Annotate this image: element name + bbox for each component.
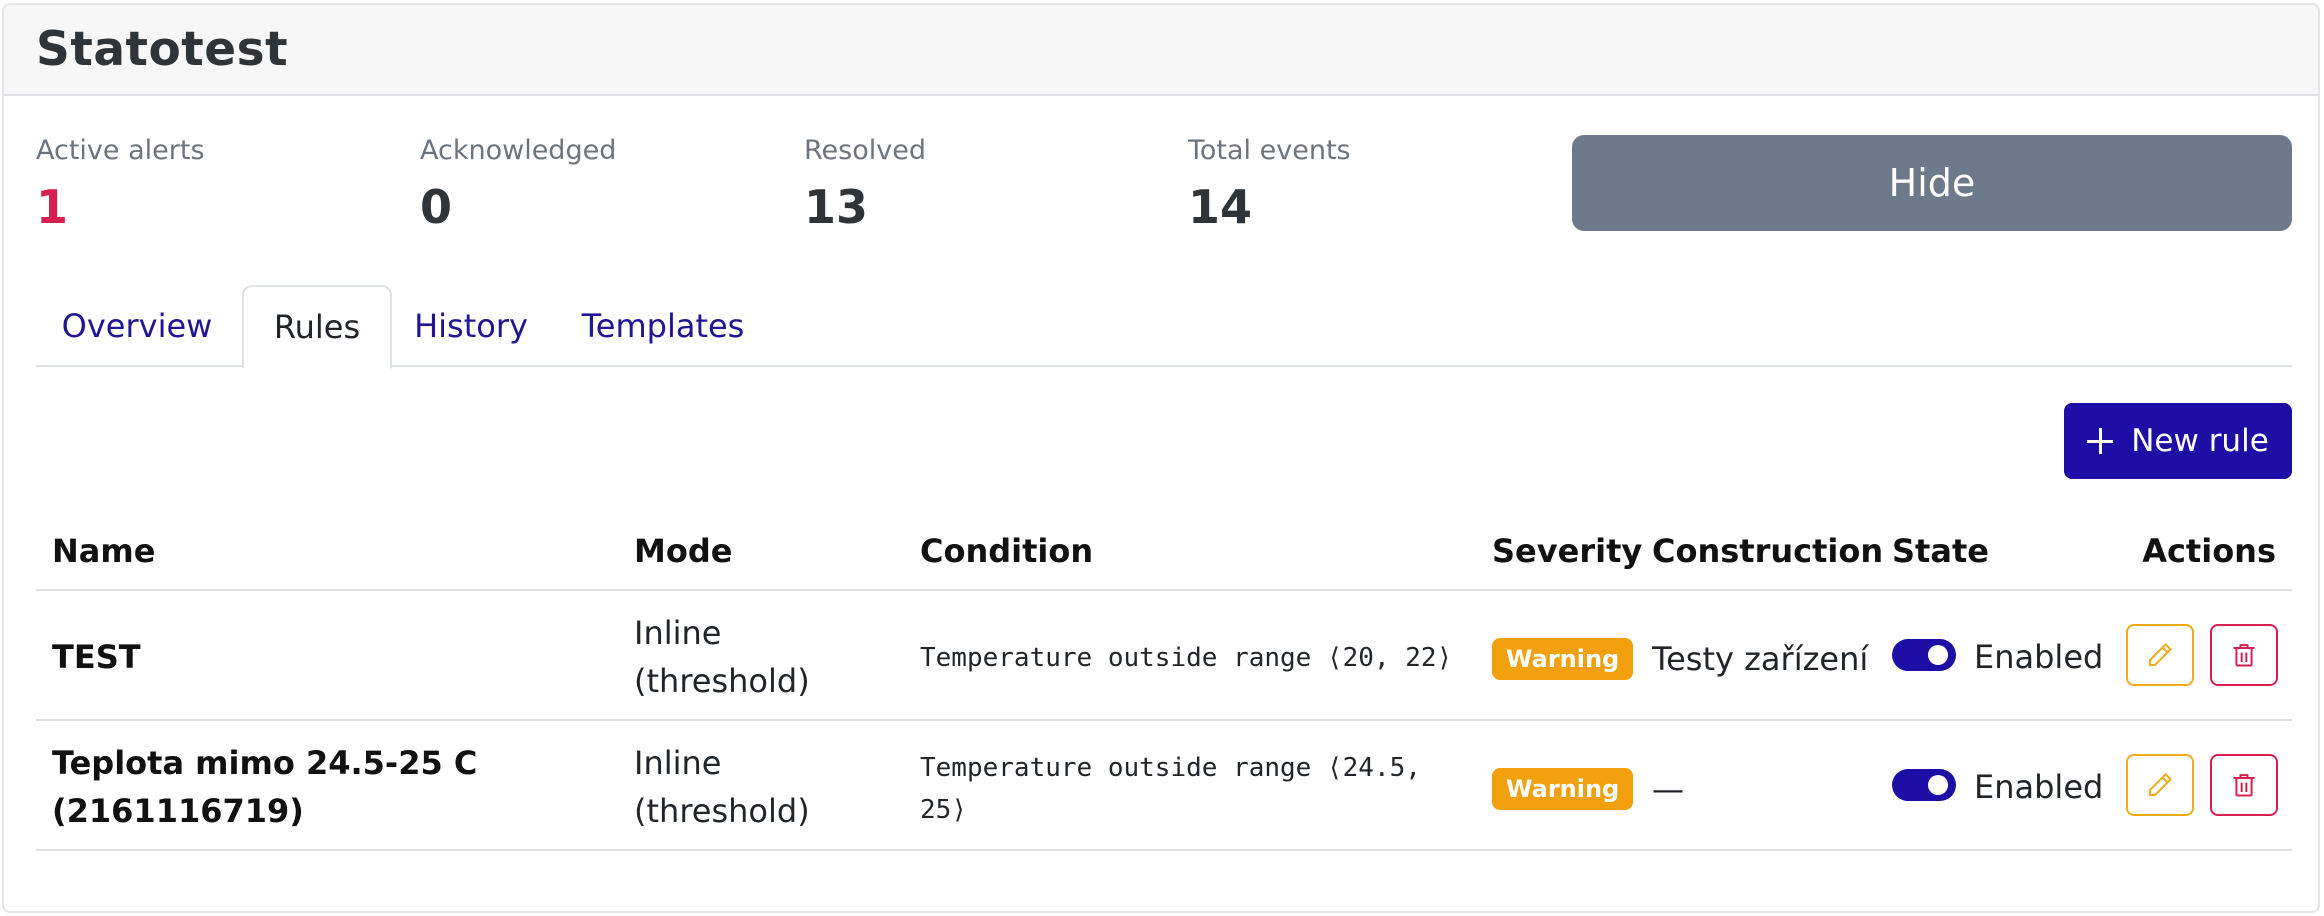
toggle-knob [1928, 645, 1948, 665]
row-2-state-label: Enabled [1974, 768, 2104, 806]
row-2-delete-button[interactable] [2210, 754, 2278, 816]
tab-rules[interactable]: Rules [242, 285, 392, 369]
row-1-edit-button[interactable] [2126, 624, 2194, 686]
row-1-name: TEST [52, 638, 141, 676]
page-title: Statotest [36, 22, 289, 77]
stat-value: 0 [420, 180, 453, 234]
pencil-icon [2149, 773, 2172, 796]
trash-icon [2233, 774, 2255, 797]
tab-bar: Overview Rules History Templates [36, 285, 2292, 369]
stat-active-alerts: Active alerts 1 [36, 137, 205, 230]
column-header-condition: Condition [920, 532, 1094, 570]
column-header-mode: Mode [634, 532, 733, 570]
stat-resolved: Resolved 13 [804, 137, 926, 230]
row-1-construction: Testy zařízení [1652, 640, 1869, 678]
row-2-construction: — [1652, 770, 1684, 808]
stat-value: 13 [804, 180, 869, 234]
hide-button[interactable]: Hide [1572, 135, 2292, 231]
new-rule-button[interactable]: New rule [2064, 403, 2292, 479]
severity-badge: Warning [1492, 768, 1634, 810]
row-2-mode: Inline (threshold) [634, 744, 810, 830]
stat-total-events: Total events 14 [1188, 137, 1351, 230]
column-header-construction: Construction [1652, 532, 1884, 570]
column-header-actions: Actions [2142, 532, 2276, 570]
row-2-edit-button[interactable] [2126, 754, 2194, 816]
row-1-mode: Inline (threshold) [634, 614, 810, 700]
stat-value: 14 [1188, 180, 1253, 234]
tab-history[interactable]: History [396, 285, 546, 367]
row-2-state-toggle[interactable] [1892, 769, 1956, 801]
table-header-divider [36, 589, 2292, 591]
severity-badge: Warning [1492, 638, 1634, 680]
new-rule-label: New rule [2131, 423, 2269, 459]
row-1-state-toggle[interactable] [1892, 639, 1956, 671]
table-bottom-divider [36, 849, 2292, 851]
stat-label: Total events [1188, 135, 1351, 166]
column-header-severity: Severity [1492, 532, 1643, 570]
pencil-icon [2149, 643, 2172, 666]
row-1-condition: Temperature outside range ⟨20, 22⟩ [920, 643, 1453, 673]
stat-acknowledged: Acknowledged 0 [420, 137, 616, 230]
stat-label: Acknowledged [420, 135, 617, 166]
column-header-name: Name [52, 532, 156, 570]
row-1-state-label: Enabled [1974, 638, 2104, 676]
stat-label: Resolved [804, 135, 926, 166]
tab-templates[interactable]: Templates [550, 285, 776, 367]
tab-overview[interactable]: Overview [36, 285, 238, 367]
row-divider [36, 719, 2292, 721]
column-header-state: State [1892, 532, 1989, 570]
statotest-card: Statotest Active alerts 1 Acknowledged 0… [2, 3, 2320, 913]
stat-value: 1 [36, 180, 69, 234]
row-2-name: Teplota mimo 24.5-25 C (2161116719) [52, 744, 478, 830]
plus-icon [2087, 428, 2114, 454]
row-2-condition: Temperature outside range ⟨24.5, 25⟩ [920, 753, 1421, 825]
card-header: Statotest [4, 5, 2318, 96]
stat-label: Active alerts [36, 135, 205, 166]
toggle-knob [1928, 775, 1948, 795]
trash-icon [2233, 644, 2255, 667]
row-1-delete-button[interactable] [2210, 624, 2278, 686]
